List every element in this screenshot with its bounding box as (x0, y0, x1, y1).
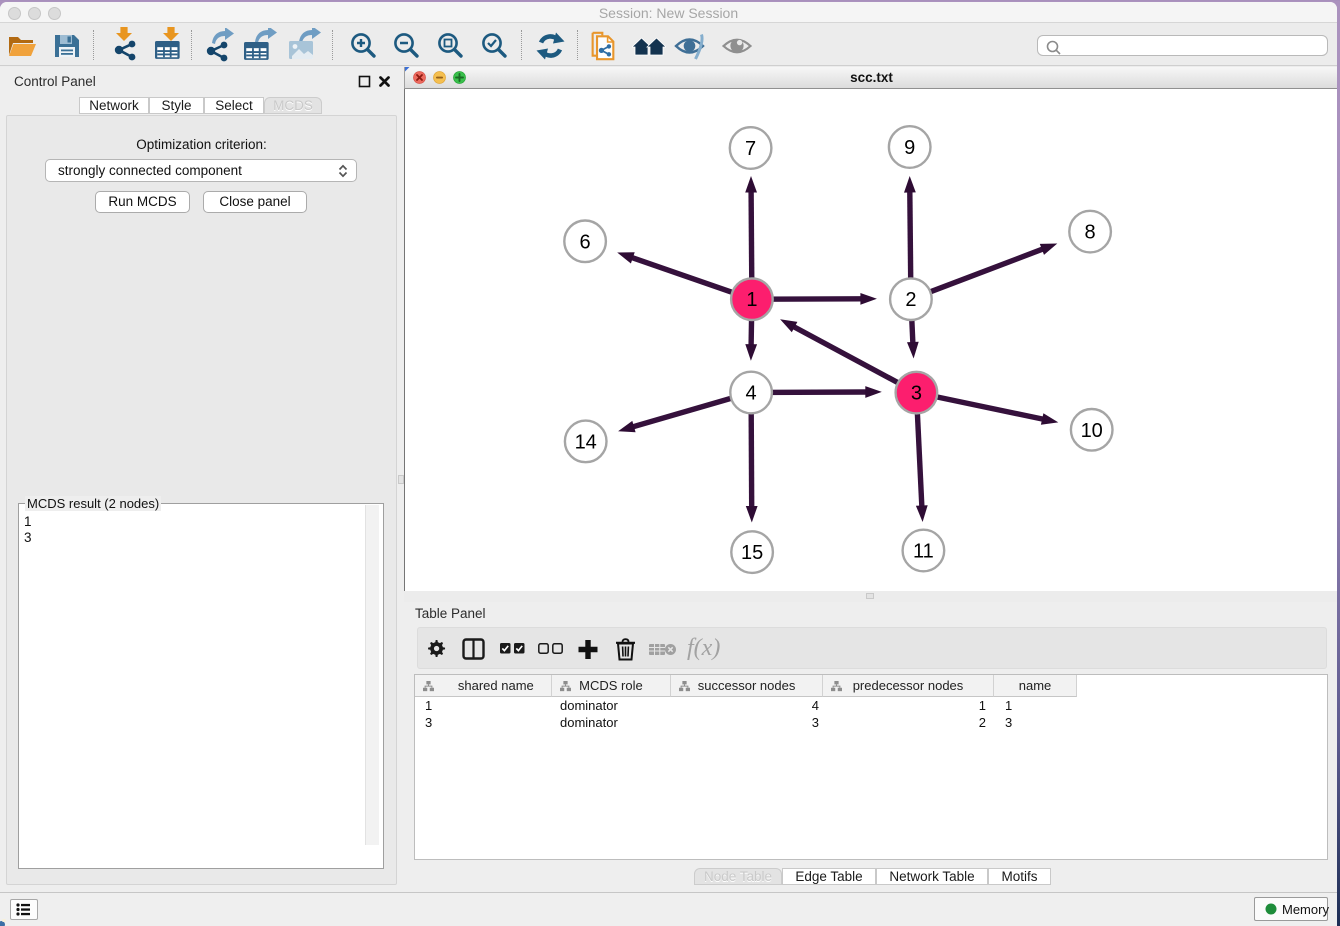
svg-text:4: 4 (746, 383, 757, 405)
svg-text:8: 8 (1085, 222, 1096, 244)
svg-text:7: 7 (745, 138, 756, 160)
svg-text:15: 15 (741, 542, 763, 564)
svg-text:2: 2 (905, 289, 916, 311)
svg-text:10: 10 (1081, 420, 1103, 442)
svg-text:14: 14 (575, 431, 597, 453)
svg-text:11: 11 (913, 541, 934, 563)
svg-text:9: 9 (904, 137, 915, 159)
svg-text:1: 1 (746, 289, 757, 311)
svg-text:6: 6 (580, 231, 591, 253)
svg-text:3: 3 (911, 383, 922, 405)
